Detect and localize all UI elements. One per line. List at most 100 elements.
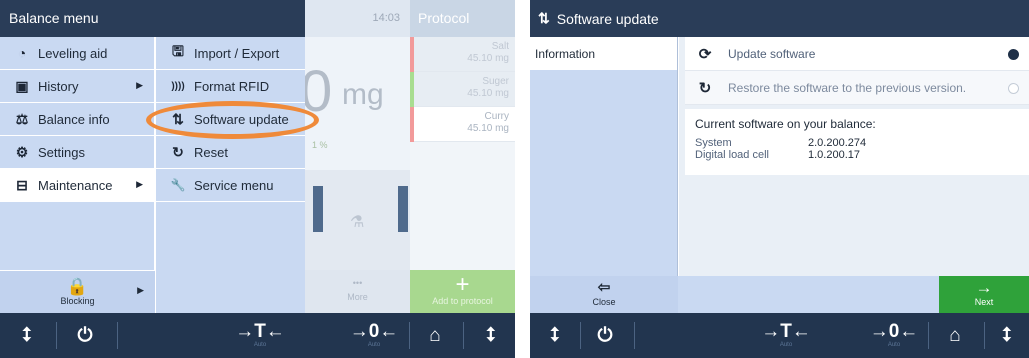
power-icon: ⏻ <box>597 324 613 346</box>
info-value: 2.0.200.274 <box>808 137 867 149</box>
option-update-software[interactable]: ⟳ Update software <box>685 37 1029 71</box>
radio-selected[interactable] <box>1008 49 1019 60</box>
tare-button[interactable]: →T← Auto <box>758 313 814 358</box>
status-bar-green <box>410 72 414 107</box>
menu-item-label: Software update <box>194 111 289 127</box>
option-label: Update software <box>728 46 816 61</box>
blocking-button[interactable]: 🔒 Blocking ▶ <box>0 270 155 313</box>
protocol-item[interactable]: Suger 45.10 mg <box>410 72 515 107</box>
home-button[interactable]: ⌂ <box>940 313 970 358</box>
bottom-bar: ⭥ ⏻ →T← Auto →0← Auto ⌂ ⭥ <box>0 313 515 358</box>
menu-item-maintenance[interactable]: ⊟ Maintenance ▶ <box>0 169 154 202</box>
main-panel: ⟳ Update software ↻ Restore the software… <box>679 37 1029 276</box>
clock: 14:03 <box>372 12 400 24</box>
balance-info-icon: ⚖ <box>15 110 29 127</box>
add-to-protocol-button[interactable]: + Add to protocol <box>410 270 515 313</box>
status-bar-red <box>410 37 414 72</box>
zero-button[interactable]: →0← Auto <box>866 313 922 358</box>
home-icon: ⌂ <box>429 324 441 346</box>
menu-item-label: Format RFID <box>194 78 270 94</box>
power-button[interactable]: ⏻ <box>590 313 620 358</box>
hide-bar-button-right[interactable]: ⭥ <box>994 313 1020 358</box>
more-button[interactable]: ••• More <box>305 270 410 313</box>
zero-sub-label: Auto <box>887 342 901 348</box>
page-title: Software update <box>556 10 659 27</box>
plus-icon: + <box>455 271 470 298</box>
menu-item-balance-info[interactable]: ⚖ Balance info <box>0 103 154 136</box>
update-icon: ⟳ <box>698 45 712 63</box>
info-key: Digital load cell <box>695 149 769 161</box>
next-label: Next <box>974 297 994 307</box>
up-down-icon: ⭥ <box>21 324 33 346</box>
protocol-item-name: Salt <box>491 41 509 52</box>
sidebar: Information <box>530 37 678 276</box>
menu-item-label: Leveling aid <box>38 45 108 61</box>
menu-item-software-update[interactable]: ⇅ Software update <box>156 103 305 136</box>
menu-item-reset[interactable]: ↻ Reset <box>156 136 305 169</box>
menu-item-history[interactable]: ▣ History ▶ <box>0 70 154 103</box>
page-title-bar: ⇅ Software update <box>530 0 1029 37</box>
caret-right-icon: ▶ <box>137 285 144 295</box>
menu-item-settings[interactable]: ⚙ Settings <box>0 136 154 169</box>
weight-unit: mg <box>342 78 384 111</box>
zero-button[interactable]: →0← Auto <box>346 313 402 358</box>
menu-item-label: Reset <box>194 144 228 160</box>
menu-item-service-menu[interactable]: 🔧 Service menu <box>156 169 305 202</box>
radio-unselected[interactable] <box>1008 83 1019 94</box>
tare-icon: →T← <box>235 321 285 342</box>
software-info-box: Current software on your balance: System… <box>685 109 1029 175</box>
save-icon: 🖫 <box>172 43 184 59</box>
protocol-item[interactable]: Salt 45.10 mg <box>410 37 515 72</box>
next-button[interactable]: → Next <box>939 276 1029 313</box>
expand-right-tab[interactable] <box>398 186 408 232</box>
footer-bar: ⇦ Close → Next <box>530 276 1029 313</box>
home-icon: ⌂ <box>949 324 961 346</box>
divider <box>634 322 635 349</box>
info-row: Digital load cell 1.0.200.17 <box>695 149 1029 161</box>
close-icon: ⇦ <box>597 279 611 296</box>
power-button[interactable]: ⏻ <box>70 313 100 358</box>
up-down-icon: ⭥ <box>549 324 561 346</box>
caret-right-icon: ▶ <box>136 179 143 189</box>
bottom-bar: ⭥ ⏻ →T← Auto →0← Auto ⌂ ⭥ <box>530 313 1029 358</box>
menu-item-label: History <box>38 78 79 94</box>
history-icon: ▣ <box>15 77 29 94</box>
more-dots-icon: ••• <box>352 278 363 288</box>
divider <box>580 322 581 349</box>
hide-bar-button[interactable]: ⭥ <box>14 313 40 358</box>
maintenance-icon: ⊟ <box>16 176 28 193</box>
flask-icon: ⚗ <box>350 214 365 231</box>
up-down-icon: ⭥ <box>485 324 497 346</box>
info-row: System 2.0.200.274 <box>695 137 1029 149</box>
option-restore-software[interactable]: ↻ Restore the software to the previous v… <box>685 71 1029 105</box>
menu-item-leveling-aid[interactable]: ◔ Leveling aid <box>0 37 154 70</box>
sidebar-item-information[interactable]: Information <box>530 37 677 70</box>
software-update-icon: ⇅ <box>538 10 550 26</box>
menu-item-label: Maintenance <box>38 177 113 193</box>
hide-bar-button[interactable]: ⭥ <box>542 313 568 358</box>
protocol-item-name: Suger <box>482 76 509 87</box>
add-to-protocol-label: Add to protocol <box>432 296 493 306</box>
expand-left-tab[interactable] <box>313 186 323 232</box>
tare-button[interactable]: →T← Auto <box>232 313 288 358</box>
close-button[interactable]: ⇦ Close <box>530 276 678 313</box>
protocol-item-value: 45.10 mg <box>467 53 509 64</box>
hide-bar-button-right[interactable]: ⭥ <box>478 313 504 358</box>
menu-item-label: Import / Export <box>194 45 280 61</box>
tare-sub-label: Auto <box>253 342 267 348</box>
protocol-item[interactable]: Curry 45.10 mg <box>410 107 515 142</box>
lock-icon: 🔒 <box>66 277 89 296</box>
divider <box>117 322 118 349</box>
info-key: System <box>695 137 732 149</box>
status-bar: 14:03 <box>305 0 410 37</box>
info-value: 1.0.200.17 <box>808 149 860 161</box>
protocol-item-value: 45.10 mg <box>467 123 509 134</box>
menu-item-label: Service menu <box>194 177 274 193</box>
restore-icon: ↻ <box>698 79 712 97</box>
home-button[interactable]: ⌂ <box>420 313 450 358</box>
protocol-item-name: Curry <box>484 111 509 122</box>
divider <box>409 322 410 349</box>
menu-item-format-rfid[interactable]: )))) Format RFID <box>156 70 305 103</box>
menu-item-import-export[interactable]: 🖫 Import / Export <box>156 37 305 70</box>
tare-icon: →T← <box>761 321 811 342</box>
